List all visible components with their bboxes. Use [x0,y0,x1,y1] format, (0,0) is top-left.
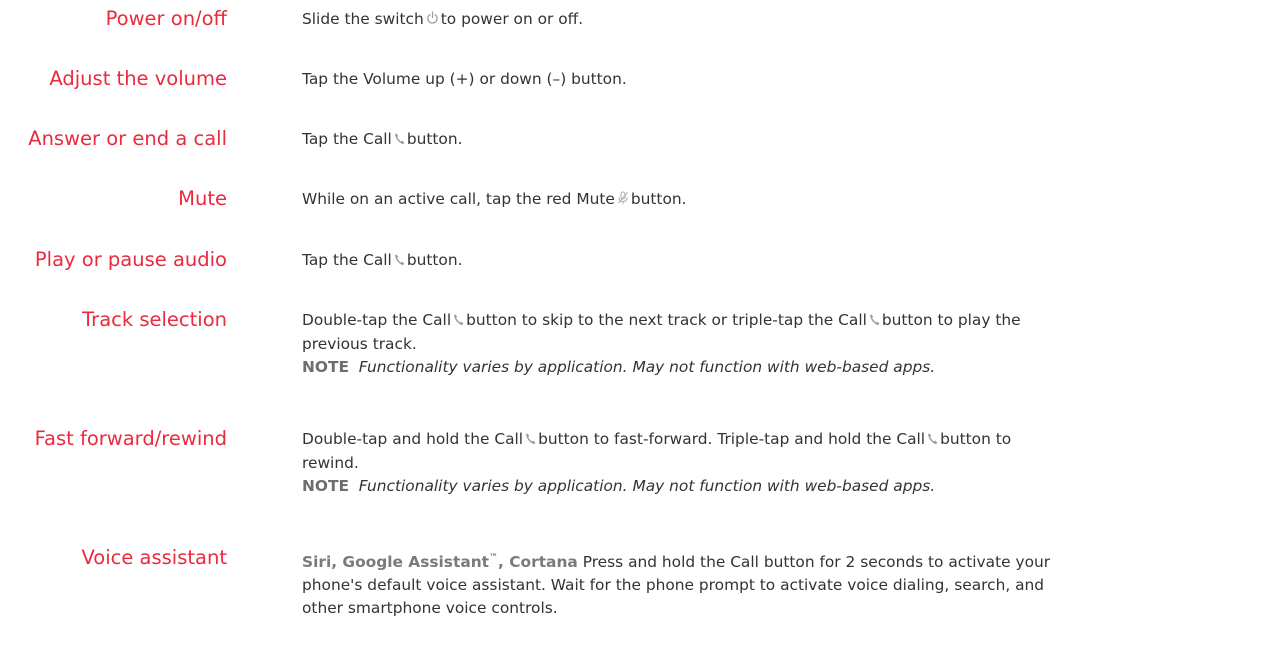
desc-line: phone's default voice assistant. Wait fo… [302,576,1045,594]
desc-line: While on an active call, tap the red Mut… [302,188,1202,212]
note-text: Functionality varies by application. May… [358,358,936,376]
note: NOTE Functionality varies by application… [302,356,1202,379]
term-volume: Adjust the volume [49,67,227,90]
desc-line: Double-tap the Call button to skip to the… [302,309,1202,333]
desc-text: While on an active call, tap the red Mut… [302,190,615,208]
note: NOTE Functionality varies by application… [302,475,1202,498]
assistant-names: Siri, Google Assistant™, Cortana [302,553,578,571]
desc-volume: Tap the Volume up (+) or down (–) button… [302,68,1202,91]
term-play-pause: Play or pause audio [34,248,227,271]
desc-text: button to [940,430,1012,448]
phone-icon [869,310,880,333]
phone-icon [525,429,536,452]
phone-icon [394,250,405,273]
term-track-selection: Track selection [82,308,227,331]
desc-line: Tap the Call button. [302,128,1202,152]
desc-line: Tap the Call button. [302,249,1202,273]
note-text: Functionality varies by application. May… [358,477,936,495]
desc-text: Double-tap the Call [302,311,452,329]
desc-text: button to fast-forward. Triple-tap and h… [538,430,926,448]
desc-power: Slide the switch to power on or off. [302,8,1202,32]
note-label: NOTE [302,358,349,376]
desc-play-pause: Tap the Call button. [302,249,1202,273]
desc-text: button. [406,251,463,269]
trademark: ™ [489,553,499,563]
desc-text: Tap the Call [302,251,392,269]
desc-voice-assistant: Siri, Google Assistant™, Cortana Press a… [302,547,1202,620]
desc-text: button to skip to the next track or trip… [466,311,867,329]
desc-text: button to play the [881,311,1021,329]
desc-line: Tap the Volume up (+) or down (–) button… [302,70,627,88]
note-label: NOTE [302,477,349,495]
controls-reference-page: Power on/off Slide the switch to power on… [0,0,1267,656]
desc-track-selection: Double-tap the Call button to skip to the… [302,309,1202,379]
phone-icon [453,310,464,333]
desc-line: Double-tap and hold the Call button to fa… [302,428,1202,452]
desc-mute: While on an active call, tap the red Mut… [302,188,1202,212]
desc-line: Siri, Google Assistant™, Cortana Press a… [302,547,1202,574]
desc-line: Slide the switch to power on or off. [302,8,1202,32]
desc-text: Double-tap and hold the Call [302,430,524,448]
desc-line: previous track. [302,335,417,353]
desc-answer-call: Tap the Call button. [302,128,1202,152]
desc-text: Tap the Call [302,130,392,148]
desc-text: button. [406,130,463,148]
term-voice-assistant: Voice assistant [81,546,227,569]
desc-line: rewind. [302,454,359,472]
desc-fast-forward: Double-tap and hold the Call button to fa… [302,428,1202,498]
desc-line: other smartphone voice controls. [302,599,558,617]
term-mute: Mute [178,187,227,210]
phone-icon [927,429,938,452]
term-answer-call: Answer or end a call [28,127,227,150]
phone-icon [394,129,405,152]
desc-text: Press and hold the Call button for 2 sec… [582,553,1051,571]
desc-text: Slide the switch [302,10,424,28]
term-power: Power on/off [105,7,227,30]
power-icon [426,9,439,32]
term-fast-forward: Fast forward/rewind [34,427,227,450]
desc-text: button. [630,190,687,208]
desc-text: to power on or off. [440,10,584,28]
mic-mute-icon [617,189,629,212]
